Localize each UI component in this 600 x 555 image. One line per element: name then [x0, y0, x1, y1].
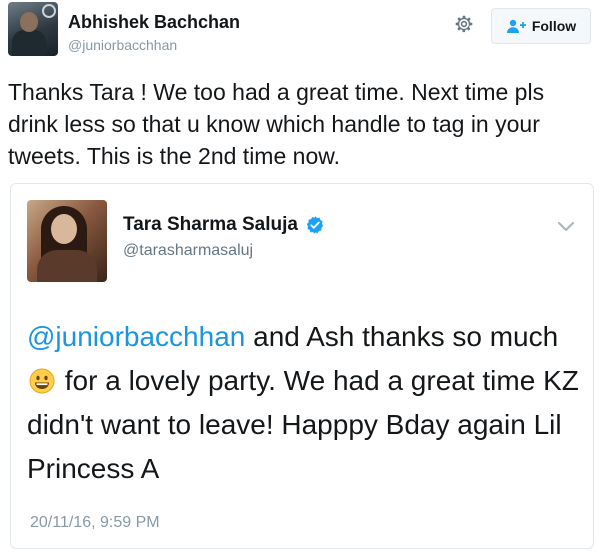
avatar-clock-icon [42, 4, 56, 18]
quoted-text-part2: for a lovely party. We had a great time … [27, 365, 579, 484]
author-handle[interactable]: @juniorbacchhan [68, 37, 177, 53]
timestamp[interactable]: 20/11/16, 9:59 PM [30, 514, 160, 532]
quoted-tweet-card[interactable]: Tara Sharma Saluja @tarasharmasaluj @jun… [10, 183, 594, 549]
follow-label: Follow [531, 18, 577, 34]
follow-button[interactable]: Follow [491, 8, 591, 44]
grinning-face-emoji-icon [29, 368, 55, 394]
author-avatar[interactable] [8, 2, 58, 56]
chevron-down-icon[interactable] [557, 221, 575, 233]
quoted-text-part1: and Ash thanks so much [245, 321, 559, 352]
author-name[interactable]: Abhishek Bachchan [68, 12, 240, 33]
mention-link[interactable]: @juniorbacchhan [27, 321, 245, 352]
avatar-figure-head [20, 12, 38, 32]
person-plus-icon [506, 19, 526, 33]
quoted-author-name: Tara Sharma Saluja [123, 214, 298, 235]
tweet-text: Thanks Tara ! We too had a great time. N… [8, 79, 545, 169]
avatar-face [51, 214, 77, 244]
quoted-author-name-row[interactable]: Tara Sharma Saluja [123, 214, 325, 236]
gear-icon[interactable] [453, 13, 475, 35]
avatar-figure-body [12, 30, 46, 56]
avatar-dress [37, 250, 97, 282]
quoted-tweet-text: @juniorbacchhan and Ash thanks so much f… [27, 315, 583, 491]
quoted-author-handle[interactable]: @tarasharmasaluj [123, 242, 253, 260]
quoted-author-avatar[interactable] [27, 200, 107, 282]
verified-badge-icon [306, 216, 324, 234]
